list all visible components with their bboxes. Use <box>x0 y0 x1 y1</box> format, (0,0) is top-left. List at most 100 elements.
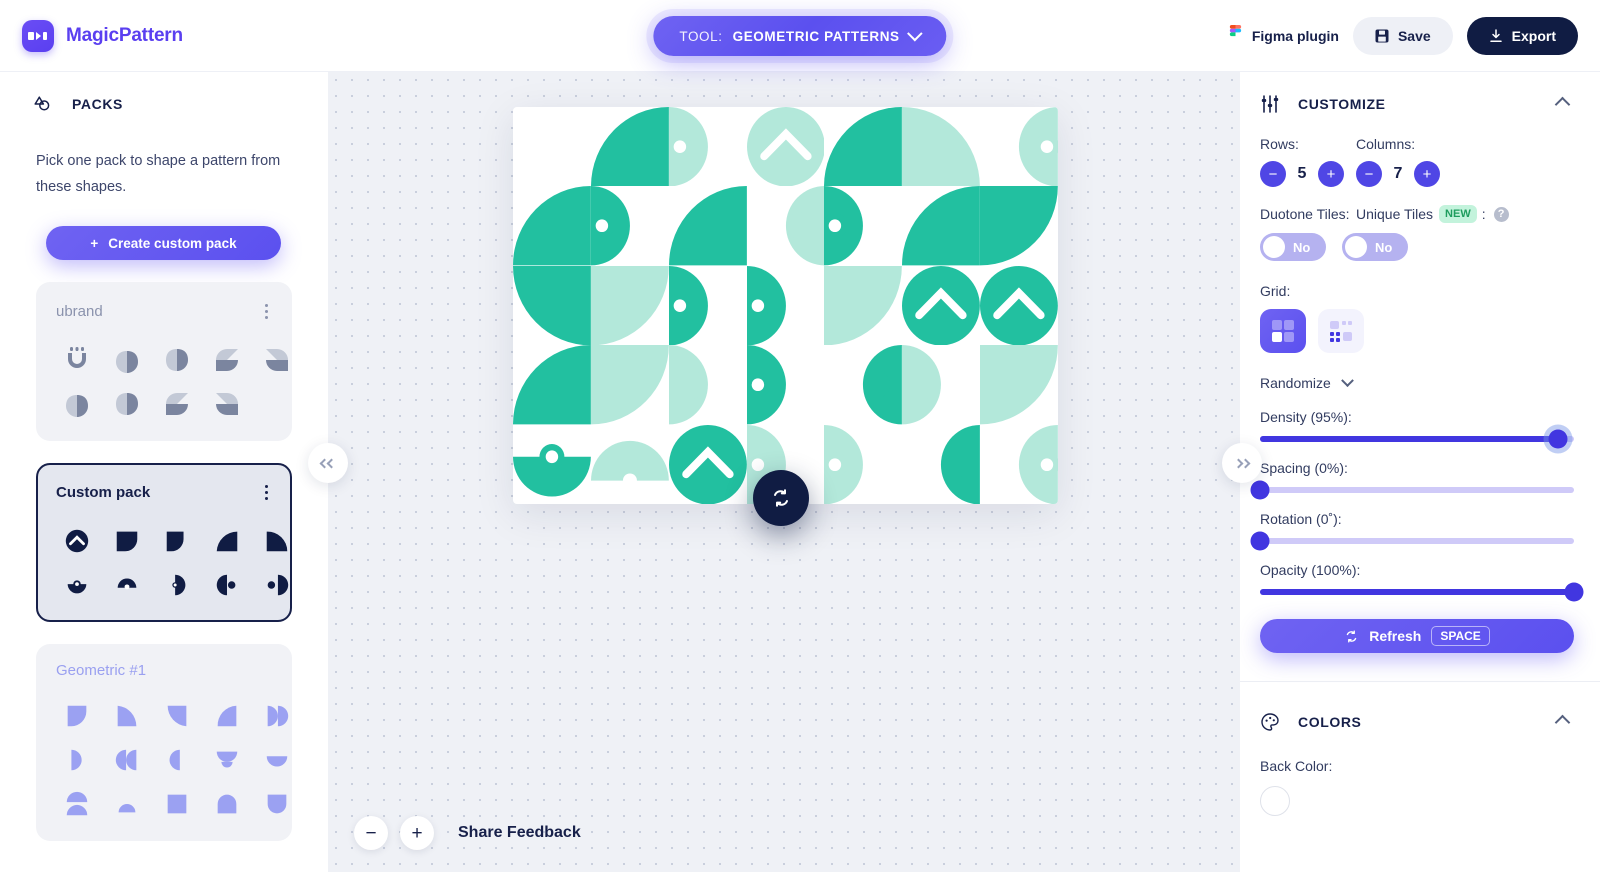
pattern-canvas[interactable]: − + Share Feedback <box>328 72 1240 872</box>
packs-title: PACKS <box>72 96 123 112</box>
spacing-label: Spacing (0%): <box>1260 460 1348 476</box>
canvas-bottom-bar: − + Share Feedback <box>354 816 581 850</box>
rotation-label: Rotation (0˚): <box>1260 511 1342 527</box>
columns-value: 7 <box>1393 165 1403 182</box>
kebab-menu-icon[interactable] <box>261 481 272 504</box>
rows-control: Rows: − 5 + <box>1260 136 1356 187</box>
pattern-tile <box>902 424 981 504</box>
palette-icon <box>1260 712 1280 732</box>
canvas-refresh-button[interactable] <box>753 470 809 526</box>
chevron-up-icon[interactable] <box>1554 96 1571 112</box>
chevron-down-icon <box>1340 373 1354 387</box>
spacing-slider-block: Spacing (0%): <box>1250 460 1574 500</box>
plus-icon: + <box>90 235 99 251</box>
pattern-tile <box>590 345 669 425</box>
top-right-actions: Figma plugin Save Export <box>1228 16 1600 55</box>
pattern-tile <box>980 424 1058 504</box>
customize-body: Rows: − 5 + Columns: − 7 + Duotone Tiles… <box>1240 136 1600 653</box>
columns-increment-button[interactable]: + <box>1414 161 1440 187</box>
pattern-tile <box>980 345 1058 425</box>
grid-option-mixed[interactable] <box>1318 309 1364 353</box>
pattern-tile <box>668 345 747 425</box>
zoom-out-button[interactable]: − <box>354 816 388 850</box>
rows-value: 5 <box>1297 165 1307 182</box>
chevron-down-icon <box>907 25 923 41</box>
columns-decrement-button[interactable]: − <box>1356 161 1382 187</box>
collapse-right-panel-button[interactable] <box>1222 443 1262 483</box>
shape-tile <box>56 743 98 777</box>
kebab-menu-icon[interactable] <box>261 300 272 323</box>
shape-tile <box>56 524 98 558</box>
create-custom-pack-label: Create custom pack <box>108 235 237 251</box>
create-custom-pack-button[interactable]: + Create custom pack <box>46 226 281 260</box>
pattern-tile <box>590 425 669 504</box>
packs-header: PACKS <box>0 72 328 114</box>
export-button[interactable]: Export <box>1466 16 1578 55</box>
back-color-swatch[interactable] <box>1260 786 1290 816</box>
shape-tile <box>206 568 248 602</box>
refresh-label: Refresh <box>1369 628 1422 644</box>
rows-decrement-button[interactable]: − <box>1260 161 1286 187</box>
pack-name: ubrand <box>56 303 103 320</box>
randomize-label: Randomize <box>1260 375 1331 391</box>
download-icon <box>1489 28 1503 43</box>
density-slider-thumb[interactable] <box>1548 429 1568 449</box>
refresh-button[interactable]: Refresh SPACE <box>1260 619 1574 653</box>
save-button[interactable]: Save <box>1352 16 1453 55</box>
pattern-artboard[interactable] <box>513 107 1058 504</box>
pattern-tile <box>513 345 591 425</box>
pattern-tile <box>513 186 591 266</box>
rows-columns-group: Rows: − 5 + Columns: − 7 + <box>1260 136 1574 187</box>
chevron-up-icon[interactable] <box>1554 714 1571 730</box>
shape-tile <box>56 568 98 602</box>
rows-increment-button[interactable]: + <box>1318 161 1344 187</box>
duotone-tiles-label: Duotone Tiles: <box>1260 206 1350 222</box>
shape-tile <box>256 743 298 777</box>
shape-tile <box>156 387 198 421</box>
collapse-left-panel-button[interactable] <box>308 443 348 483</box>
opacity-slider-track[interactable] <box>1260 582 1584 602</box>
shape-tile <box>206 743 248 777</box>
density-slider-block: Density (95%): <box>1260 409 1574 449</box>
rows-stepper: − 5 + <box>1260 161 1356 187</box>
pattern-tile <box>747 186 825 266</box>
refresh-shortcut-key: SPACE <box>1431 626 1490 646</box>
pattern-tile <box>980 107 1058 187</box>
help-icon[interactable]: ? <box>1493 206 1509 222</box>
spacing-slider-track[interactable] <box>1250 480 1574 500</box>
randomize-dropdown[interactable]: Randomize <box>1260 373 1574 391</box>
spacing-slider-thumb[interactable] <box>1250 480 1270 500</box>
brand-name: MagicPattern <box>66 24 183 46</box>
pattern-tile <box>824 345 903 425</box>
colors-section-header[interactable]: COLORS <box>1240 682 1600 732</box>
pack-card-custom-pack[interactable]: Custom pack <box>36 463 292 622</box>
pattern-tile <box>902 265 981 346</box>
figma-plugin-button[interactable]: Figma plugin <box>1228 24 1339 47</box>
opacity-slider-block: Opacity (100%): <box>1260 562 1584 602</box>
pack-card-ubrand[interactable]: ubrand <box>36 282 292 441</box>
shape-tile <box>106 568 148 602</box>
density-slider-track[interactable] <box>1260 429 1574 449</box>
brand[interactable]: MagicPattern <box>0 19 183 52</box>
shape-tile <box>56 343 98 377</box>
chevron-double-left-icon <box>319 458 337 468</box>
shape-tile <box>106 743 148 777</box>
pack-card-header: Geometric #1 <box>56 662 272 679</box>
share-feedback-link[interactable]: Share Feedback <box>458 824 581 842</box>
pattern-tile <box>902 345 980 425</box>
pack-card-geometric-1[interactable]: Geometric #1 <box>36 644 292 841</box>
customize-section-header[interactable]: CUSTOMIZE <box>1240 72 1600 114</box>
opacity-slider-thumb[interactable] <box>1564 582 1584 602</box>
tool-selector[interactable]: TOOL: GEOMETRIC PATTERNS <box>653 16 947 56</box>
unique-tiles-toggle[interactable]: No <box>1342 233 1408 261</box>
zoom-in-button[interactable]: + <box>400 816 434 850</box>
pattern-tile <box>824 424 902 504</box>
rotation-slider-thumb[interactable] <box>1250 531 1270 551</box>
grid-option-uniform[interactable] <box>1260 309 1306 353</box>
pattern-tile-grid <box>513 107 1058 504</box>
rotation-slider-track[interactable] <box>1250 531 1574 551</box>
duotone-tiles-toggle[interactable]: No <box>1260 233 1326 261</box>
shape-tile <box>206 699 248 733</box>
pack-shape-grid <box>56 699 289 821</box>
shape-tile <box>56 699 98 733</box>
